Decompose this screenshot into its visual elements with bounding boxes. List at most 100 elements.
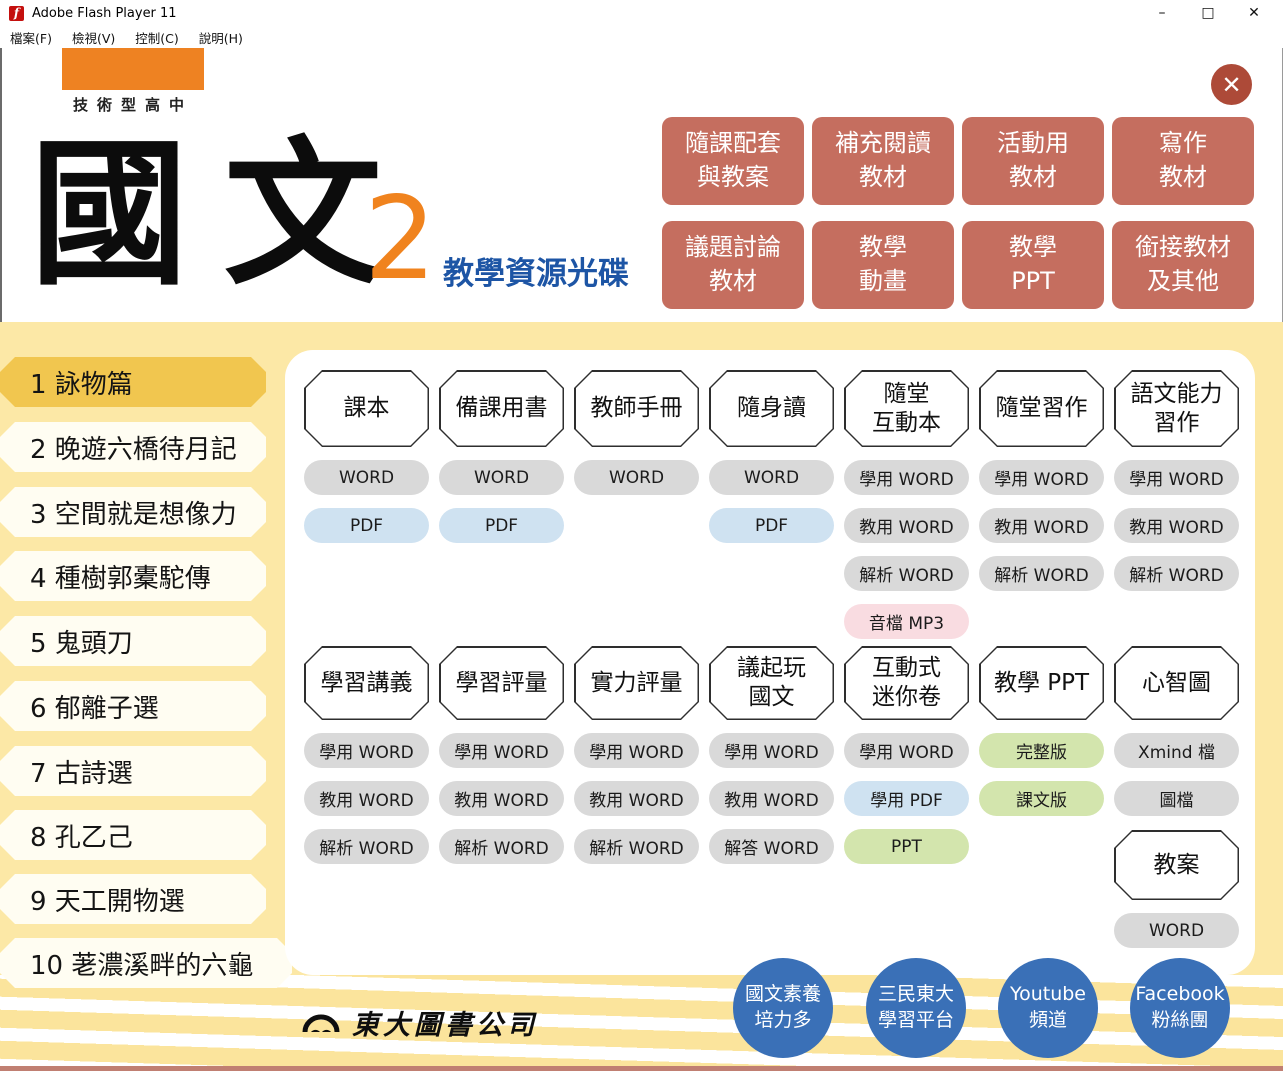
- window-close-button[interactable]: ✕: [1231, 0, 1277, 26]
- column-study-handout: 學習講義 學用 WORD 教用 WORD 解析 WORD: [304, 646, 429, 948]
- btn-textbook-pdf[interactable]: PDF: [304, 508, 429, 543]
- btn-mindmap-xmind[interactable]: Xmind 檔: [1114, 733, 1239, 768]
- btn-iwb-analysis-word[interactable]: 解析 WORD: [844, 556, 969, 591]
- btn-ppt-full-version[interactable]: 完整版: [979, 733, 1104, 768]
- header-line: 互動式: [872, 654, 941, 683]
- header-line: 學習講義: [321, 669, 413, 698]
- btn-ability-analysis-word[interactable]: 解析 WORD: [574, 829, 699, 864]
- menu-control[interactable]: 控制(C): [135, 28, 178, 47]
- header-line: 教師手冊: [591, 394, 683, 423]
- btn-ppt-text-version[interactable]: 課文版: [979, 781, 1104, 816]
- btn-manual-word[interactable]: WORD: [574, 460, 699, 495]
- circle-line: 學習平台: [878, 1008, 954, 1034]
- window-controls: – □ ✕: [1139, 0, 1277, 26]
- link-youtube-channel[interactable]: Youtube 頻道: [998, 958, 1098, 1058]
- circle-line: 國文素養: [745, 982, 821, 1008]
- btn-quiz-student-word[interactable]: 學用 WORD: [844, 733, 969, 768]
- column-interactive-workbook: 隨堂 互動本 學用 WORD 教用 WORD 解析 WORD 音檔 MP3: [844, 370, 969, 639]
- btn-ability-student-word[interactable]: 學用 WORD: [574, 733, 699, 768]
- resource-panel: 課本 WORD PDF 備課用書 WORD PDF 教師手冊 WORD 隨身讀 …: [285, 350, 1255, 975]
- btn-iwb-student-word[interactable]: 學用 WORD: [844, 460, 969, 495]
- menu-help[interactable]: 說明(H): [199, 28, 243, 47]
- btn-ls-analysis-word[interactable]: 解析 WORD: [1114, 556, 1239, 591]
- sidebar-item-lesson-7[interactable]: 7 古詩選: [0, 746, 266, 796]
- btn-cw-teacher-word[interactable]: 教用 WORD: [979, 508, 1104, 543]
- btn-ls-teacher-word[interactable]: 教用 WORD: [1114, 508, 1239, 543]
- maximize-button[interactable]: □: [1185, 0, 1231, 26]
- close-icon[interactable]: ✕: [1211, 64, 1252, 105]
- sidebar-item-lesson-9[interactable]: 9 天工開物選: [0, 874, 266, 924]
- circle-line: 三民東大: [878, 982, 954, 1008]
- header-line: 語文能力: [1131, 380, 1223, 409]
- btn-line: 教材: [709, 265, 757, 299]
- header-line: 互動本: [872, 409, 941, 438]
- btn-mindmap-image[interactable]: 圖檔: [1114, 781, 1239, 816]
- btn-textbook-word[interactable]: WORD: [304, 460, 429, 495]
- publisher-logo-block: [62, 48, 204, 90]
- header-ability-assessment: 實力評量: [574, 646, 699, 720]
- btn-reader-pdf[interactable]: PDF: [709, 508, 834, 543]
- link-chinese-literacy[interactable]: 國文素養 培力多: [733, 958, 833, 1058]
- header-line: 學習評量: [456, 669, 548, 698]
- btn-handout-teacher-word[interactable]: 教用 WORD: [304, 781, 429, 816]
- btn-fun-answer-word[interactable]: 解答 WORD: [709, 829, 834, 864]
- resource-row-2: 學習講義 學用 WORD 教用 WORD 解析 WORD 學習評量 學用 WOR…: [304, 646, 1239, 948]
- btn-ls-student-word[interactable]: 學用 WORD: [1114, 460, 1239, 495]
- btn-handout-analysis-word[interactable]: 解析 WORD: [304, 829, 429, 864]
- sidebar-item-lesson-8[interactable]: 8 孔乙己: [0, 810, 266, 860]
- btn-assess-teacher-word[interactable]: 教用 WORD: [439, 781, 564, 816]
- btn-line: 與教案: [697, 161, 769, 195]
- sidebar-item-lesson-5[interactable]: 5 鬼頭刀: [0, 616, 266, 666]
- btn-bridging-materials[interactable]: 銜接教材 及其他: [1112, 221, 1254, 309]
- column-study-assessment: 學習評量 學用 WORD 教用 WORD 解析 WORD: [439, 646, 564, 948]
- btn-lesson-plan-word[interactable]: WORD: [1114, 913, 1239, 948]
- sidebar-item-lesson-4[interactable]: 4 種樹郭橐駝傳: [0, 551, 266, 601]
- circle-line: 頻道: [1029, 1008, 1067, 1034]
- btn-line: 教材: [859, 161, 907, 195]
- sidebar-item-lesson-10[interactable]: 10 荖濃溪畔的六龜: [0, 938, 292, 988]
- btn-supplementary-reading[interactable]: 補充閱讀 教材: [812, 117, 954, 205]
- btn-lesson-package[interactable]: 隨課配套 與教案: [662, 117, 804, 205]
- btn-writing-materials[interactable]: 寫作 教材: [1112, 117, 1254, 205]
- flash-player-icon: f: [9, 6, 24, 21]
- header-pocket-reader: 隨身讀: [709, 370, 834, 447]
- btn-fun-student-word[interactable]: 學用 WORD: [709, 733, 834, 768]
- btn-fun-teacher-word[interactable]: 教用 WORD: [709, 781, 834, 816]
- btn-iwb-audio-mp3[interactable]: 音檔 MP3: [844, 604, 969, 639]
- column-class-workbook: 隨堂習作 學用 WORD 教用 WORD 解析 WORD: [979, 370, 1104, 639]
- btn-teaching-ppt[interactable]: 教學 PPT: [962, 221, 1104, 309]
- btn-topic-discussion[interactable]: 議題討論 教材: [662, 221, 804, 309]
- sidebar-item-lesson-1[interactable]: 1 詠物篇: [0, 357, 266, 407]
- btn-assess-analysis-word[interactable]: 解析 WORD: [439, 829, 564, 864]
- sidebar-item-lesson-6[interactable]: 6 郁離子選: [0, 681, 266, 731]
- btn-ability-teacher-word[interactable]: 教用 WORD: [574, 781, 699, 816]
- btn-line: 補充閱讀: [835, 127, 931, 161]
- btn-activity-materials[interactable]: 活動用 教材: [962, 117, 1104, 205]
- btn-prep-word[interactable]: WORD: [439, 460, 564, 495]
- btn-quiz-ppt[interactable]: PPT: [844, 829, 969, 864]
- bottom-edge-strip: [0, 1066, 1283, 1071]
- btn-reader-word[interactable]: WORD: [709, 460, 834, 495]
- btn-handout-student-word[interactable]: 學用 WORD: [304, 733, 429, 768]
- btn-teaching-animation[interactable]: 教學 動畫: [812, 221, 954, 309]
- link-learning-platform[interactable]: 三民東大 學習平台: [866, 958, 966, 1058]
- column-textbook: 課本 WORD PDF: [304, 370, 429, 639]
- btn-quiz-student-pdf[interactable]: 學用 PDF: [844, 781, 969, 816]
- sidebar-item-lesson-2[interactable]: 2 晚遊六橋待月記: [0, 422, 266, 472]
- minimize-button[interactable]: –: [1139, 0, 1185, 26]
- menu-view[interactable]: 檢視(V): [72, 28, 115, 47]
- btn-cw-analysis-word[interactable]: 解析 WORD: [979, 556, 1104, 591]
- header-study-assessment: 學習評量: [439, 646, 564, 720]
- btn-line: 隨課配套: [685, 127, 781, 161]
- btn-cw-student-word[interactable]: 學用 WORD: [979, 460, 1104, 495]
- btn-iwb-teacher-word[interactable]: 教用 WORD: [844, 508, 969, 543]
- circle-line: 培力多: [754, 1008, 811, 1034]
- flash-player-window: f Adobe Flash Player 11 – □ ✕ 檔案(F) 檢視(V…: [0, 0, 1283, 1071]
- btn-prep-pdf[interactable]: PDF: [439, 508, 564, 543]
- menu-file[interactable]: 檔案(F): [10, 28, 52, 47]
- btn-assess-student-word[interactable]: 學用 WORD: [439, 733, 564, 768]
- column-ability-assessment: 實力評量 學用 WORD 教用 WORD 解析 WORD: [574, 646, 699, 948]
- link-facebook-fans[interactable]: Facebook 粉絲團: [1130, 958, 1230, 1058]
- sidebar-item-lesson-3[interactable]: 3 空間就是想像力: [0, 487, 266, 537]
- header-line: 實力評量: [591, 669, 683, 698]
